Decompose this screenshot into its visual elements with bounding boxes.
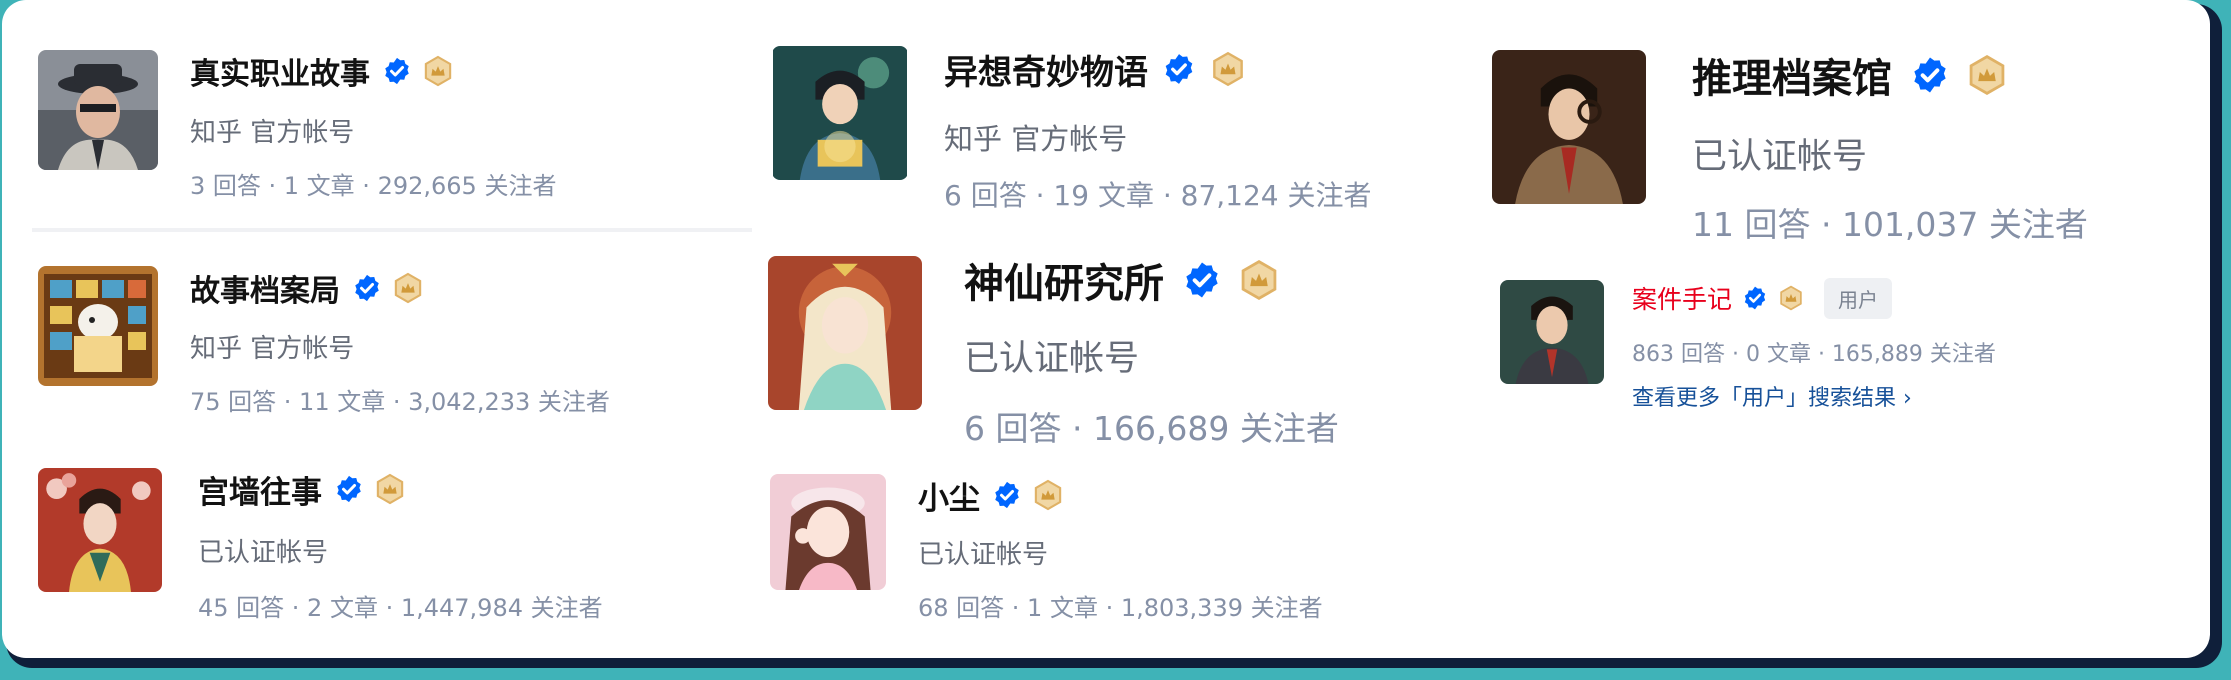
avatar-girl-image [770, 474, 886, 590]
search-results-card: 真实职业故事 知乎 官方帐号 3 回答 · 1 文章 · 292,665 关注者 [2, 0, 2210, 658]
avatar-palace-lady-image [38, 468, 162, 592]
result-stats: 6 回答 · 166,689 关注者 [964, 409, 1339, 448]
verified-badge-icon [992, 480, 1022, 510]
crown-medal-icon [1966, 54, 2008, 96]
result-subtitle: 已认证帐号 [964, 339, 1140, 379]
crown-medal-icon [1032, 479, 1064, 511]
crown-medal-icon [374, 473, 406, 505]
result-name[interactable]: 真实职业故事 [190, 49, 370, 93]
result-stats: 45 回答 · 2 文章 · 1,447,984 关注者 [198, 594, 603, 622]
user-type-tag: 用户 [1824, 277, 1893, 319]
avatar-detective-image [38, 50, 158, 170]
result-stats: 6 回答 · 19 文章 · 87,124 关注者 [944, 179, 1372, 212]
result-subtitle: 知乎 官方帐号 [944, 122, 1128, 156]
result-subtitle: 已认证帐号 [918, 540, 1049, 570]
avatar[interactable] [772, 46, 908, 180]
avatar-immortal-image [768, 256, 922, 410]
result-name[interactable]: 推理档案馆 [1692, 46, 1892, 104]
divider [32, 228, 752, 232]
result-subtitle: 已认证帐号 [1692, 137, 1868, 177]
view-more-users-link[interactable]: 查看更多「用户」搜索结果 › [1632, 380, 1912, 412]
verified-badge-icon [1162, 52, 1196, 86]
result-name[interactable]: 故事档案局 [190, 266, 340, 310]
verified-badge-icon [352, 273, 382, 303]
result-stats: 68 回答 · 1 文章 · 1,803,339 关注者 [918, 594, 1323, 622]
avatar-detective-man-image [1492, 50, 1646, 204]
avatar[interactable] [38, 468, 162, 592]
result-name[interactable]: 神仙研究所 [964, 251, 1164, 309]
result-subtitle: 知乎 官方帐号 [190, 118, 355, 148]
avatar-reading-boy-image [773, 46, 907, 180]
verified-badge-icon [1182, 260, 1222, 300]
result-stats: 75 回答 · 11 文章 · 3,042,233 关注者 [190, 388, 610, 416]
crown-medal-icon [1210, 51, 1246, 87]
avatar[interactable] [1492, 50, 1646, 204]
crown-medal-icon [392, 272, 424, 304]
crown-medal-icon [1238, 259, 1280, 301]
avatar[interactable] [38, 266, 158, 386]
crown-medal-icon [422, 55, 454, 87]
result-subtitle: 已认证帐号 [198, 538, 329, 568]
avatar-man-image [1500, 280, 1604, 384]
result-stats: 3 回答 · 1 文章 · 292,665 关注者 [190, 172, 557, 200]
crown-medal-icon [1778, 285, 1804, 311]
result-stats: 11 回答 · 101,037 关注者 [1692, 205, 2088, 244]
result-subtitle: 知乎 官方帐号 [190, 334, 355, 364]
verified-badge-icon [334, 474, 364, 504]
avatar[interactable] [38, 50, 158, 170]
result-name[interactable]: 宫墙往事 [198, 467, 322, 512]
avatar-archive-image [38, 266, 158, 386]
avatar[interactable] [1500, 280, 1604, 384]
result-name[interactable]: 案件手记 [1632, 280, 1732, 316]
result-name[interactable]: 异想奇妙物语 [944, 45, 1148, 94]
result-name[interactable]: 小尘 [918, 473, 980, 518]
avatar[interactable] [768, 256, 922, 410]
verified-badge-icon [1910, 55, 1950, 95]
verified-badge-icon [1742, 285, 1768, 311]
avatar[interactable] [770, 474, 886, 590]
result-stats: 863 回答 · 0 文章 · 165,889 关注者 [1632, 342, 1996, 367]
verified-badge-icon [382, 56, 412, 86]
